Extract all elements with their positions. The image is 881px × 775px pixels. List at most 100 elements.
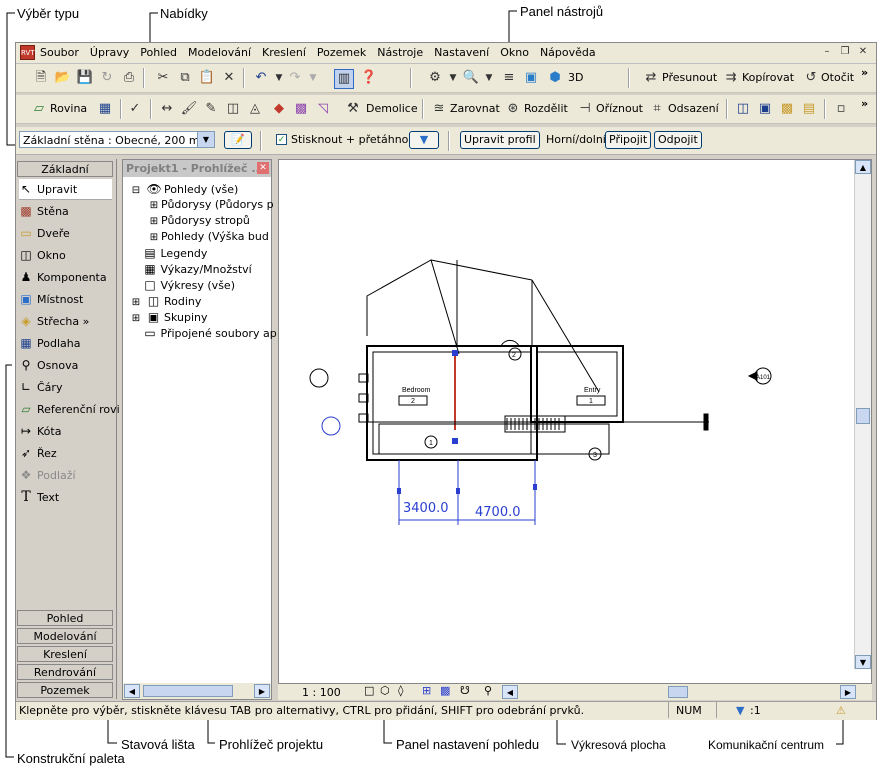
drawing-area[interactable]: Bedroom 2 Entry 1 2 1 3 A101 3400.0 4700… — [278, 159, 872, 684]
reveal-hidden-icon[interactable]: ⚲ — [484, 684, 492, 697]
dimension-grip[interactable] — [397, 488, 401, 494]
redo-dropdown-icon[interactable]: ▼ — [304, 69, 322, 87]
scroll-down-icon[interactable]: ▼ — [855, 655, 871, 669]
nav-dropdown-icon[interactable]: ▼ — [444, 69, 462, 87]
paste-icon[interactable]: 📋 — [198, 69, 216, 87]
type-selector[interactable]: Základní stěna : Obecné, 200 mm ▼ — [19, 131, 215, 148]
browser-horizontal-scrollbar[interactable]: ◀ ▶ — [123, 683, 271, 699]
view-3d-icon[interactable]: ⬢ — [546, 69, 564, 87]
unjoin-icon[interactable]: ◬ — [246, 100, 264, 118]
resize-icon[interactable]: ▩ — [778, 100, 796, 118]
expand-icon[interactable]: ⊞ — [147, 230, 161, 246]
tree-node-elevations[interactable]: ⊞ Pohledy (Výška bud — [147, 229, 269, 246]
floor-plan-drawing[interactable]: Bedroom 2 Entry 1 2 1 3 A101 3400.0 4700… — [279, 160, 857, 669]
view-3d-label[interactable]: 3D — [568, 71, 583, 84]
palette-item-room[interactable]: ▣ Místnost — [19, 289, 83, 309]
app-icon[interactable]: RVT — [20, 45, 35, 60]
rotate-button[interactable]: Otočit — [821, 71, 854, 84]
palette-item-window[interactable]: ◫ Okno — [19, 245, 65, 265]
toolbar-overflow-icon[interactable]: » — [861, 97, 868, 110]
mirror-icon[interactable]: ◫ — [734, 100, 752, 118]
palette-item-roof[interactable]: ◈ Střecha » — [19, 311, 89, 331]
scroll-right-icon[interactable]: ▶ — [254, 684, 270, 698]
palette-tab-basic[interactable]: Základní — [17, 161, 113, 177]
palette-item-modify[interactable]: ↖ Upravit — [19, 179, 77, 199]
align-icon[interactable]: ≊ — [430, 100, 448, 118]
delete-icon[interactable]: ✕ — [220, 69, 238, 87]
new-file-icon[interactable]: 🗎 — [32, 69, 50, 87]
offset-icon[interactable]: ⌗ — [648, 100, 666, 118]
palette-tab-rendering[interactable]: Rendrování — [17, 664, 113, 680]
sync-icon[interactable]: ↻ — [98, 69, 116, 87]
palette-item-grid[interactable]: ⚲ Osnova — [19, 355, 79, 375]
selection-filter-icon[interactable]: ▼ — [736, 702, 744, 720]
toolbar-overflow-icon[interactable]: » — [861, 66, 868, 79]
detach-button[interactable]: Odpojit — [654, 131, 702, 149]
show-crop-icon[interactable]: ▩ — [440, 684, 450, 697]
close-icon[interactable]: ✕ — [257, 162, 269, 174]
elevation-marker-selected[interactable] — [321, 416, 341, 436]
tree-node-floor-plans[interactable]: ⊞ Půdorysy (Půdorys p — [147, 197, 274, 214]
scroll-up-icon[interactable]: ▲ — [855, 160, 871, 174]
palette-item-ref-plane[interactable]: ▱ Referenční rovi — [19, 399, 119, 419]
menu-modelovani[interactable]: Modelování — [188, 46, 251, 59]
chevron-down-icon[interactable]: ▼ — [197, 132, 214, 147]
copy-button[interactable]: Kopírovat — [742, 71, 794, 84]
grid-icon[interactable]: ▦ — [96, 100, 114, 118]
thin-lines-icon[interactable]: ▥ — [334, 69, 354, 89]
palette-item-component[interactable]: ♟ Komponenta — [19, 267, 107, 287]
menu-soubor[interactable]: Soubor — [40, 46, 79, 59]
move-icon[interactable]: ⇄ — [642, 69, 660, 87]
align-button[interactable]: Zarovnat — [450, 102, 500, 115]
type-properties-button[interactable]: 📝 — [224, 131, 252, 149]
array-icon[interactable]: ▣ — [756, 100, 774, 118]
split-face-icon[interactable]: ▩ — [292, 100, 310, 118]
zoom-icon[interactable]: 🔍 — [462, 69, 480, 87]
attach-button[interactable]: Připojit — [605, 131, 652, 149]
scroll-thumb[interactable] — [856, 408, 870, 424]
menu-okno[interactable]: Okno — [500, 46, 529, 59]
drawing-vertical-scrollbar[interactable]: ▲ ▼ — [854, 160, 871, 669]
palette-tab-modeling[interactable]: Modelování — [17, 628, 113, 644]
cut-geometry-icon[interactable]: ◆ — [270, 100, 288, 118]
expand-icon[interactable]: ⊞ — [147, 198, 161, 214]
shadows-icon[interactable]: ◊ — [398, 684, 403, 697]
chain-checkbox[interactable]: ✓ — [276, 134, 287, 145]
spellcheck-icon[interactable]: ✓ — [126, 100, 144, 118]
scroll-thumb[interactable] — [668, 686, 688, 698]
copy-element-icon[interactable]: ⇉ — [722, 69, 740, 87]
zoom-dropdown-icon[interactable]: ▼ — [480, 69, 498, 87]
rotate-icon[interactable]: ↺ — [802, 69, 820, 87]
tree-node-sheets[interactable]: □ Výkresy (vše) — [143, 277, 235, 294]
tree-node-ceiling-plans[interactable]: ⊞ Půdorysy stropů — [147, 213, 250, 230]
menu-nastroje[interactable]: Nástroje — [377, 46, 423, 59]
wall-grip[interactable] — [452, 350, 458, 356]
wall-grip[interactable] — [452, 438, 458, 444]
palette-item-section[interactable]: ➶ Řez — [19, 443, 57, 463]
hide-isolate-icon[interactable]: ☋ — [460, 684, 470, 697]
view-cube-icon[interactable]: ▣ — [522, 69, 540, 87]
palette-item-dimension[interactable]: ↦ Kóta — [19, 421, 61, 441]
palette-item-lines[interactable]: ∟ Čáry — [19, 377, 63, 397]
undo-icon[interactable]: ↶ — [252, 69, 270, 87]
cut-icon[interactable]: ✂ — [154, 69, 172, 87]
pin-icon[interactable]: ▫ — [832, 100, 850, 118]
join-icon[interactable]: ◫ — [224, 100, 242, 118]
navigation-wheel-icon[interactable]: ⚙ — [426, 69, 444, 87]
crop-region-icon[interactable]: ⊞ — [422, 684, 431, 697]
edit-profile-button[interactable]: Upravit profil — [460, 131, 540, 149]
redo-icon[interactable]: ↷ — [286, 69, 304, 87]
demolish-button[interactable]: Demolice — [366, 102, 418, 115]
level-button[interactable]: Rovina — [50, 102, 87, 115]
scroll-right-icon[interactable]: ▶ — [840, 685, 856, 699]
restore-icon[interactable]: ❐ — [838, 45, 852, 59]
tree-node-links[interactable]: ▭ Připojené soubory ap — [143, 325, 276, 342]
communication-center-icon[interactable]: ⚠ — [836, 702, 846, 720]
dimension-value-1[interactable]: 3400.0 — [403, 501, 449, 516]
demolish-icon[interactable]: ⚒ — [344, 100, 362, 118]
menu-pozemek[interactable]: Pozemek — [317, 46, 366, 59]
palette-item-text[interactable]: T Text — [19, 487, 59, 507]
dimension-grip[interactable] — [456, 488, 460, 494]
trim-icon[interactable]: ⊣ — [576, 100, 594, 118]
dimension-value-2[interactable]: 4700.0 — [475, 505, 521, 520]
